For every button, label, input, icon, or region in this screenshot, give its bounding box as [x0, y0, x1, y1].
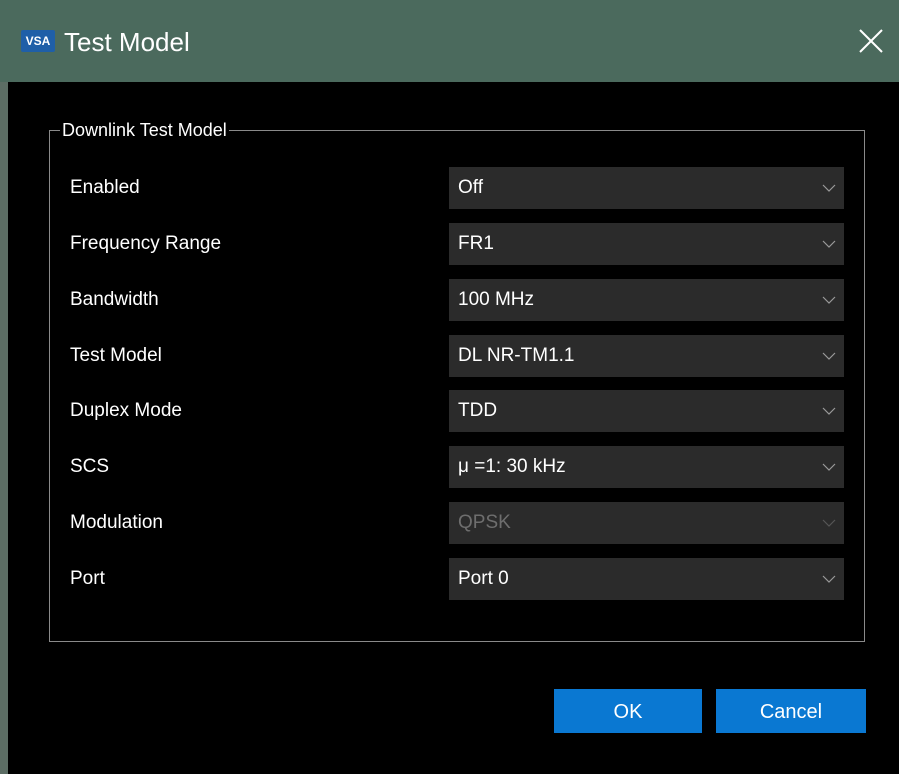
frequency-range-select[interactable]: FR1: [449, 223, 844, 265]
bandwidth-select[interactable]: 100 MHz: [449, 279, 844, 321]
chevron-down-icon: [822, 238, 836, 250]
chevron-down-icon: [822, 461, 836, 473]
select-value: QPSK: [458, 512, 511, 533]
field-row-scs: SCS μ =1: 30 kHz: [8, 446, 899, 488]
field-row-duplex-mode: Duplex Mode TDD: [8, 390, 899, 432]
group-legend: Downlink Test Model: [60, 119, 229, 141]
chevron-down-icon: [822, 294, 836, 306]
test-model-select[interactable]: DL NR-TM1.1: [449, 335, 844, 377]
field-label: Frequency Range: [70, 233, 222, 254]
chevron-down-icon: [822, 350, 836, 362]
select-value: Port 0: [458, 568, 509, 589]
enabled-select[interactable]: Off: [449, 167, 844, 209]
test-model-dialog: VSA Test Model Downlink Test Model Enabl…: [0, 0, 899, 774]
scs-select[interactable]: μ =1: 30 kHz: [449, 446, 844, 488]
field-label: Enabled: [70, 177, 140, 198]
select-value: DL NR-TM1.1: [458, 345, 575, 366]
field-row-frequency-range: Frequency Range FR1: [8, 223, 899, 265]
field-label: Modulation: [70, 512, 163, 533]
title-bar[interactable]: VSA Test Model: [0, 0, 899, 82]
ok-button[interactable]: OK: [554, 689, 702, 733]
window-border: [0, 82, 8, 774]
field-label: Bandwidth: [70, 289, 159, 310]
select-value: 100 MHz: [458, 289, 535, 310]
window-title: Test Model: [64, 27, 190, 57]
chevron-down-icon: [822, 405, 836, 417]
select-value: Off: [458, 177, 483, 198]
duplex-mode-select[interactable]: TDD: [449, 390, 844, 432]
vsa-app-icon: VSA: [21, 30, 55, 52]
field-row-port: Port Port 0: [8, 558, 899, 600]
chevron-down-icon: [822, 182, 836, 194]
select-value: μ =1: 30 kHz: [458, 456, 566, 477]
port-select[interactable]: Port 0: [449, 558, 844, 600]
field-row-modulation: Modulation QPSK: [8, 502, 899, 544]
modulation-select: QPSK: [449, 502, 844, 544]
cancel-button[interactable]: Cancel: [716, 689, 866, 733]
chevron-down-icon: [822, 517, 836, 529]
chevron-down-icon: [822, 573, 836, 585]
field-row-enabled: Enabled Off: [8, 167, 899, 209]
field-row-bandwidth: Bandwidth 100 MHz: [8, 279, 899, 321]
select-value: FR1: [458, 233, 494, 254]
field-label: Duplex Mode: [70, 400, 182, 421]
field-row-test-model: Test Model DL NR-TM1.1: [8, 335, 899, 377]
field-label: SCS: [70, 456, 110, 477]
field-label: Test Model: [70, 345, 162, 366]
field-label: Port: [70, 568, 105, 589]
dialog-body: Downlink Test Model Enabled Off Frequenc…: [8, 82, 899, 774]
close-icon: [859, 29, 883, 53]
close-button[interactable]: [857, 27, 885, 55]
select-value: TDD: [458, 400, 498, 421]
